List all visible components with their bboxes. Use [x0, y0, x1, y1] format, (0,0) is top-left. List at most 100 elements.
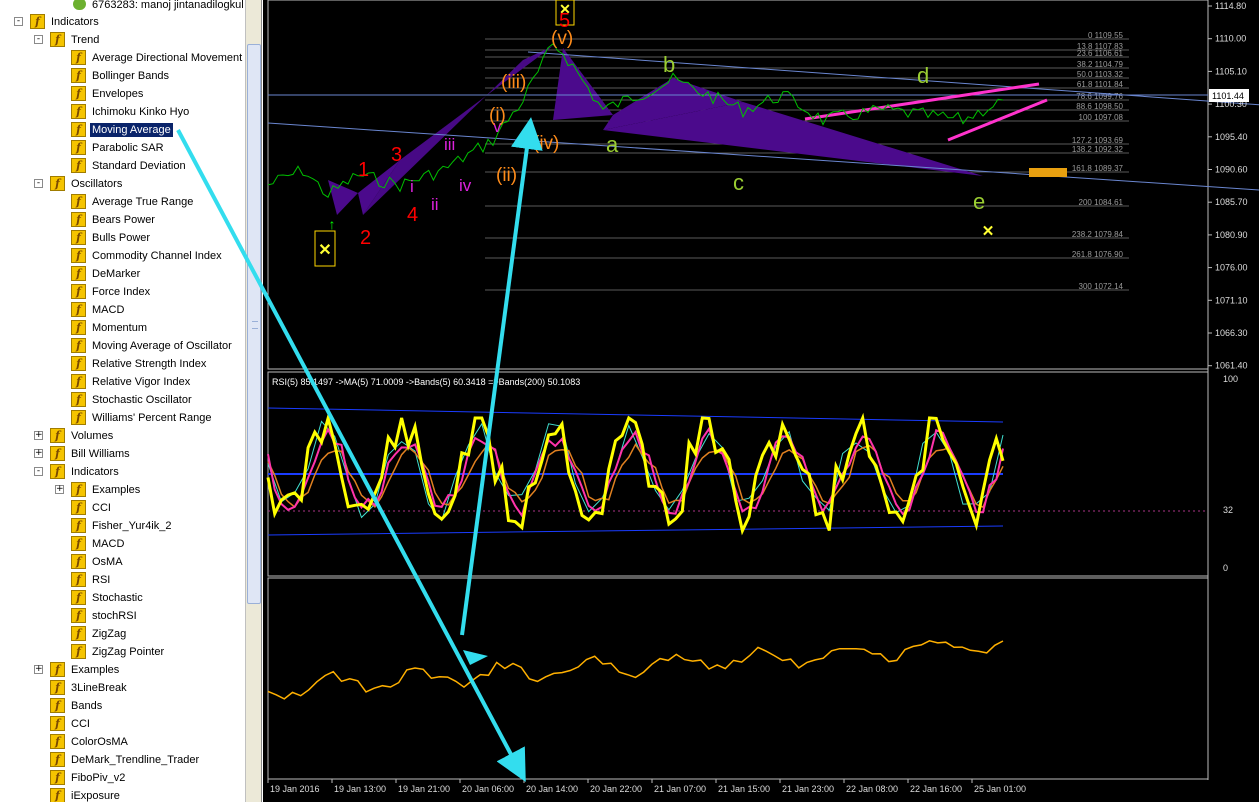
custom-indicator-icon: f — [71, 536, 86, 551]
nav-item[interactable]: f Relative Vigor Index — [0, 373, 245, 391]
nav-item-label: 3LineBreak — [71, 682, 127, 694]
nav-item[interactable]: f RSI — [0, 571, 245, 589]
nav-item[interactable]: f FiboPiv_v2 — [0, 769, 245, 787]
time-tick-label: 21 Jan 15:00 — [718, 784, 770, 794]
nav-item-label: iExposure — [71, 790, 120, 802]
nav-item-label: Moving Average — [90, 123, 173, 137]
wave-label: 1 — [358, 159, 369, 181]
nav-item[interactable]: + f Bill Williams — [0, 445, 245, 463]
nav-item[interactable]: + f Volumes — [0, 427, 245, 445]
account-item[interactable]: 6763283: manoj jintanadilogkul — [0, 0, 245, 14]
navigator-scrollbar[interactable] — [245, 0, 261, 802]
rsi-axis: 100 32 0 — [1223, 374, 1238, 573]
nav-item-label: ZigZag — [92, 628, 127, 640]
nav-item[interactable]: f Stochastic — [0, 589, 245, 607]
nav-item[interactable]: - f Indicators — [0, 13, 245, 31]
rsi-tick-label: 100 — [1223, 374, 1238, 384]
nav-item[interactable]: - f Oscillators — [0, 175, 245, 193]
wave-label: iv — [459, 176, 472, 195]
collapse-icon[interactable]: - — [34, 35, 43, 44]
nav-item-label: Force Index — [92, 286, 151, 298]
nav-item[interactable]: f stochRSI — [0, 607, 245, 625]
expand-icon[interactable]: + — [34, 449, 43, 458]
nav-item[interactable]: f Commodity Channel Index — [0, 247, 245, 265]
nav-item-label: DeMarker — [92, 268, 141, 280]
expand-icon[interactable]: + — [55, 485, 64, 494]
nav-item[interactable]: - f Indicators — [0, 463, 245, 481]
nav-item-label: Examples — [71, 664, 120, 676]
nav-item[interactable]: f Moving Average of Oscillator — [0, 337, 245, 355]
fibo-levels: 0 1109.5513.8 1107.8323.6 1106.6138.2 11… — [485, 31, 1129, 291]
expand-icon[interactable]: + — [34, 431, 43, 440]
scrollbar-thumb[interactable] — [247, 44, 261, 604]
custom-indicator-icon: f — [50, 680, 65, 695]
nav-item[interactable]: f MACD — [0, 535, 245, 553]
nav-item-label: Relative Strength Index — [92, 358, 207, 370]
nav-item[interactable]: f ColorOsMA — [0, 733, 245, 751]
expand-icon[interactable]: + — [34, 665, 43, 674]
custom-indicator-icon: f — [71, 590, 86, 605]
nav-item[interactable]: f 3LineBreak — [0, 679, 245, 697]
indicator-icon: f — [71, 320, 86, 335]
indicator-icon: f — [71, 248, 86, 263]
time-axis[interactable]: 19 Jan 2016 19 Jan 13:00 19 Jan 21:00 20 Ja… — [267, 779, 1026, 794]
nav-item[interactable]: f Standard Deviation — [0, 157, 245, 175]
nav-item[interactable]: f Moving Average — [0, 121, 245, 139]
wave-label: ii — [431, 195, 439, 214]
nav-item[interactable]: f Average True Range — [0, 193, 245, 211]
nav-item-label: DeMark_Trendline_Trader — [71, 754, 200, 766]
nav-item[interactable]: f Williams' Percent Range — [0, 409, 245, 427]
nav-item[interactable]: f Bollinger Bands — [0, 67, 245, 85]
collapse-icon[interactable]: - — [34, 467, 43, 476]
chart-window[interactable]: 0 1109.55 13.8 1107.83 23.6 1106.61 38.2 11… — [263, 0, 1259, 802]
account-label: 6763283: manoj jintanadilogkul — [92, 0, 244, 11]
nav-item[interactable]: f Momentum — [0, 319, 245, 337]
nav-item[interactable]: f ZigZag Pointer — [0, 643, 245, 661]
nav-item[interactable]: + f Examples — [0, 481, 245, 499]
nav-item[interactable]: f Bulls Power — [0, 229, 245, 247]
magenta-trendline[interactable] — [804, 82, 1040, 121]
nav-item[interactable]: f Parabolic SAR — [0, 139, 245, 157]
nav-item[interactable]: f Stochastic Oscillator — [0, 391, 245, 409]
custom-folder-icon: f — [50, 662, 65, 677]
nav-item-label: ColorOsMA — [71, 736, 128, 748]
wave-label: (v) — [551, 28, 573, 49]
nav-item[interactable]: f Bands — [0, 697, 245, 715]
cross-marker-icon: ✕ — [982, 223, 995, 240]
nav-item-label: Bollinger Bands — [92, 70, 170, 82]
price-axis[interactable]: 1114.801110.001105.101100.301095.401090.… — [1208, 1, 1248, 371]
nav-item[interactable]: f CCI — [0, 715, 245, 733]
nav-item[interactable]: f OsMA — [0, 553, 245, 571]
nav-item[interactable]: f Relative Strength Index — [0, 355, 245, 373]
nav-item[interactable]: f DeMarker — [0, 265, 245, 283]
nav-item-label: ZigZag Pointer — [92, 646, 165, 658]
indicator-icon: f — [71, 122, 86, 137]
nav-item[interactable]: f iExposure — [0, 787, 245, 802]
nav-item[interactable]: + f Examples — [0, 661, 245, 679]
collapse-icon[interactable]: - — [34, 179, 43, 188]
nav-item[interactable]: f DeMark_Trendline_Trader — [0, 751, 245, 769]
nav-item[interactable]: f Bears Power — [0, 211, 245, 229]
nav-item[interactable]: f Force Index — [0, 283, 245, 301]
fibo-level-label: 100 1097.08 — [1079, 113, 1124, 122]
rsi-band-upper — [267, 407, 1004, 423]
chart-canvas[interactable]: 0 1109.5513.8 1107.8323.6 1106.6138.2 11… — [263, 0, 1259, 802]
custom-indicator-icon: f — [71, 644, 86, 659]
collapse-icon[interactable]: - — [14, 17, 23, 26]
nav-item[interactable]: f CCI — [0, 499, 245, 517]
wave-label: iii — [444, 135, 455, 154]
lower-indicator-line — [267, 640, 1004, 700]
nav-item[interactable]: f Ichimoku Kinko Hyo — [0, 103, 245, 121]
nav-item-label: Indicators — [71, 466, 119, 478]
nav-item[interactable]: f Average Directional Movement — [0, 49, 245, 67]
nav-item[interactable]: - f Trend — [0, 31, 245, 49]
wave-label: b — [663, 52, 675, 77]
nav-item[interactable]: f Fisher_Yur4ik_2 — [0, 517, 245, 535]
nav-item[interactable]: f ZigZag — [0, 625, 245, 643]
magenta-trendline[interactable] — [947, 98, 1048, 142]
custom-indicator-icon: f — [50, 770, 65, 785]
nav-item[interactable]: f Envelopes — [0, 85, 245, 103]
indicator-folder-icon: f — [50, 428, 65, 443]
nav-item[interactable]: f MACD — [0, 301, 245, 319]
wave-label: (i) — [489, 105, 506, 126]
